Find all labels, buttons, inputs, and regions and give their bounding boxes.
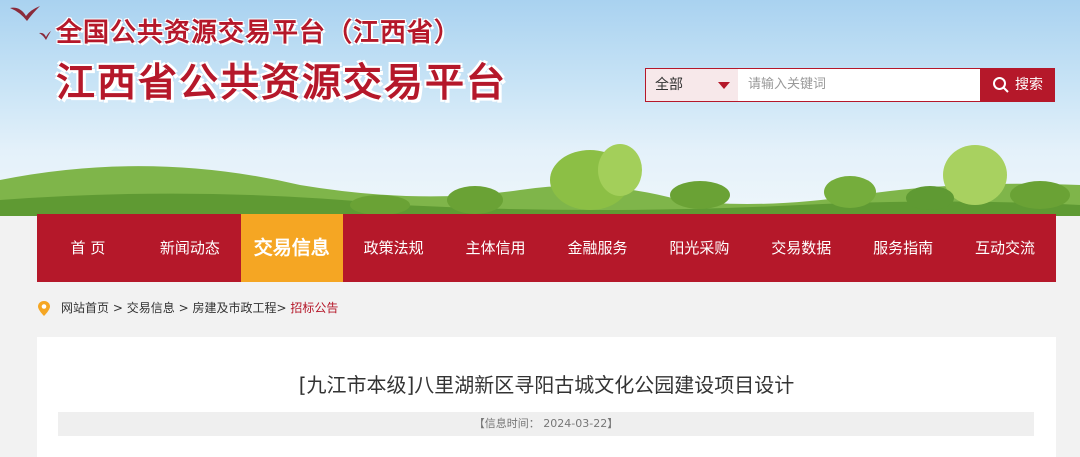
nav-item-interaction[interactable]: 互动交流	[954, 214, 1056, 282]
search-button-label: 搜索	[1015, 77, 1043, 93]
nav-item-credit[interactable]: 主体信用	[445, 214, 547, 282]
nav-item-trade-data[interactable]: 交易数据	[750, 214, 852, 282]
search-input[interactable]: 请输入关键词	[738, 68, 981, 102]
breadcrumb-separator: >	[178, 301, 189, 315]
location-pin-icon	[38, 301, 50, 316]
nav-item-trade-info[interactable]: 交易信息	[240, 214, 343, 282]
breadcrumb-separator: >	[276, 301, 287, 315]
search-category-select[interactable]: 全部	[645, 68, 739, 102]
article-title: [九江市本级]八里湖新区寻阳古城文化公园建设项目设计	[298, 373, 795, 397]
chevron-down-icon	[718, 82, 730, 89]
search-button[interactable]: 搜索	[980, 68, 1055, 102]
bird-icon	[10, 6, 40, 21]
nav-item-sunshine-purchase[interactable]: 阳光采购	[648, 214, 750, 282]
main-nav: 首 页新闻动态 交易信息 政策法规 主体信用 金融服务 阳光采购 交易数据 服务指南 互动交流	[37, 214, 1056, 282]
search-bar: 全部 请输入关键词 搜索	[645, 68, 1055, 102]
breadcrumb-current[interactable]: 招标公告	[290, 301, 338, 315]
bird-icon	[39, 31, 51, 40]
search-category-value: 全部	[655, 77, 683, 93]
nav-item-service-guide[interactable]: 服务指南	[852, 214, 954, 282]
platform-title-national: 全国公共资源交易平台（江西省）	[56, 18, 462, 48]
nav-item-home[interactable]: 首 页	[37, 214, 139, 282]
nav-item-finance[interactable]: 金融服务	[547, 214, 649, 282]
search-icon	[993, 77, 1009, 93]
nav-item-policy[interactable]: 政策法规	[343, 214, 445, 282]
article-meta: 【信息时间： 2024-03-22】	[58, 412, 1034, 436]
breadcrumb-construction-link[interactable]: 房建及市政工程	[192, 301, 276, 315]
breadcrumb-home-link[interactable]: 网站首页	[61, 301, 109, 315]
site-header: 全国公共资源交易平台（江西省） 江西省公共资源交易平台 全部 请输入关键词 搜索	[0, 0, 1080, 216]
breadcrumb-trade-info-link[interactable]: 交易信息	[127, 301, 175, 315]
article-card: [九江市本级]八里湖新区寻阳古城文化公园建设项目设计 【信息时间： 2024-0…	[37, 337, 1056, 457]
breadcrumb-separator: >	[112, 301, 123, 315]
platform-title-main: 江西省公共资源交易平台	[56, 61, 508, 106]
nav-item-news[interactable]: 新闻动态	[139, 214, 241, 282]
